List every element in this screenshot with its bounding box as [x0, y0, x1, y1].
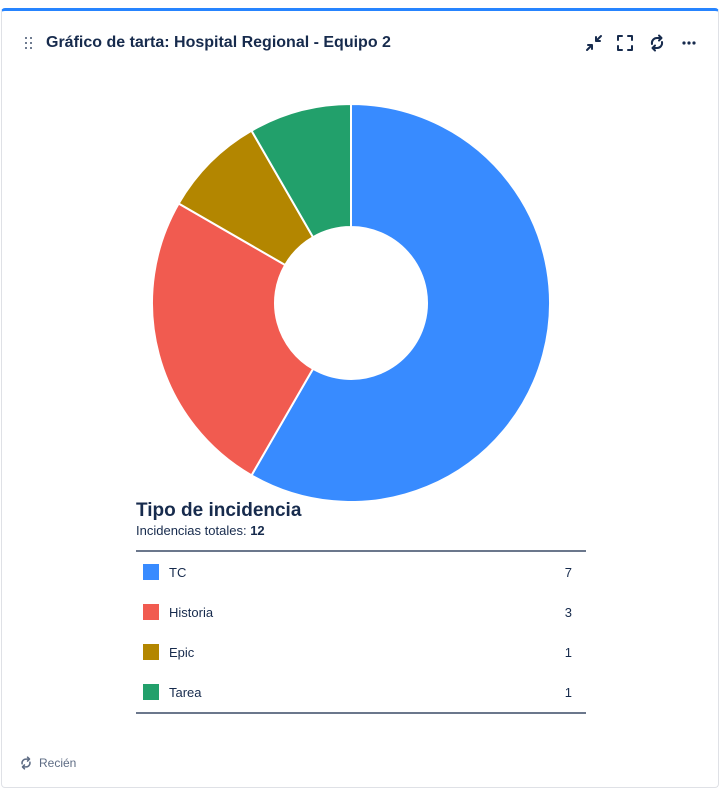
legend-count: 1	[564, 644, 572, 660]
legend-row-historia[interactable]: Historia 3	[136, 592, 586, 632]
refresh-icon[interactable]	[19, 756, 33, 770]
legend-row-epic[interactable]: Epic 1	[136, 632, 586, 672]
legend-swatch	[143, 564, 159, 580]
last-updated-status: Recién	[39, 756, 77, 770]
legend-title: Tipo de incidencia	[136, 500, 302, 521]
gadget-header: Gráfico de tarta: Hospital Regional - Eq…	[2, 11, 718, 73]
legend-swatch	[143, 684, 159, 700]
minimize-icon	[586, 35, 602, 51]
gadget-footer: Recién	[19, 756, 76, 770]
legend-label: Historia	[169, 604, 214, 620]
refresh-icon	[650, 34, 664, 52]
legend-row-tc[interactable]: TC 7	[136, 552, 586, 592]
minimize-button[interactable]	[582, 31, 606, 55]
total-label: Incidencias totales:	[136, 523, 247, 538]
total-value: 12	[250, 523, 265, 538]
fullscreen-button[interactable]	[613, 31, 637, 55]
legend-count: 7	[564, 564, 572, 580]
more-button[interactable]	[677, 31, 701, 55]
more-icon	[682, 41, 696, 45]
legend-label: TC	[169, 564, 187, 580]
legend-label: Epic	[169, 644, 195, 660]
drag-handle-icon[interactable]	[25, 37, 35, 49]
legend-total: Incidencias totales: 12	[136, 523, 586, 539]
legend-swatch	[143, 644, 159, 660]
chart-area	[2, 81, 718, 503]
legend-count: 3	[564, 604, 572, 620]
pie-chart-gadget: Gráfico de tarta: Hospital Regional - Eq…	[1, 8, 719, 788]
donut-chart	[151, 102, 551, 503]
refresh-button[interactable]	[645, 31, 669, 55]
gadget-title: Gráfico de tarta: Hospital Regional - Eq…	[46, 34, 391, 51]
legend-table: TC 7 Historia 3 Epic 1 Tarea 1	[136, 550, 586, 714]
legend-count: 1	[564, 684, 572, 700]
legend-swatch	[143, 604, 159, 620]
legend: Tipo de incidencia Incidencias totales: …	[136, 499, 586, 714]
legend-row-tarea[interactable]: Tarea 1	[136, 672, 586, 712]
fullscreen-icon	[617, 35, 633, 51]
legend-label: Tarea	[169, 684, 202, 700]
